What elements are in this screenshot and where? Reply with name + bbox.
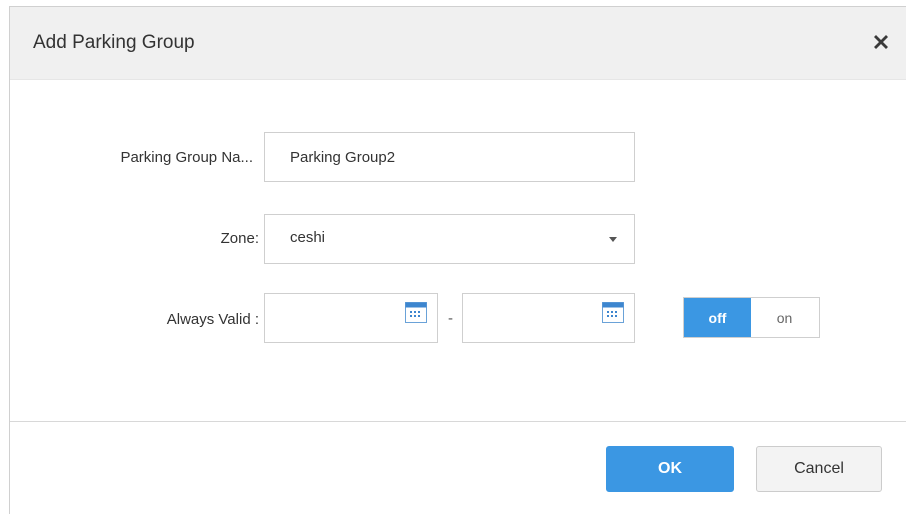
date-range-separator: -: [448, 310, 453, 327]
close-icon[interactable]: [870, 31, 892, 53]
end-date-input[interactable]: [462, 293, 635, 343]
add-parking-group-dialog: Add Parking Group Parking Group Na... Zo…: [9, 6, 906, 514]
calendar-icon[interactable]: [602, 302, 624, 323]
dialog-title: Add Parking Group: [33, 32, 195, 53]
chevron-down-icon: [609, 237, 617, 242]
cancel-button[interactable]: Cancel: [756, 446, 882, 492]
footer-divider: [10, 421, 906, 422]
always-valid-toggle[interactable]: off on: [683, 297, 820, 338]
start-date-input[interactable]: [264, 293, 438, 343]
zone-label: Zone:: [220, 230, 259, 247]
ok-button[interactable]: OK: [606, 446, 734, 492]
zone-select[interactable]: ceshi: [264, 214, 635, 264]
toggle-off-option[interactable]: off: [684, 298, 751, 337]
parking-group-name-input[interactable]: [264, 132, 635, 182]
dialog-header: Add Parking Group: [10, 7, 906, 80]
parking-group-name-label: Parking Group Na...: [120, 149, 253, 166]
always-valid-label: Always Valid :: [166, 311, 259, 328]
toggle-on-option[interactable]: on: [751, 298, 818, 337]
zone-select-value: ceshi: [290, 229, 326, 246]
calendar-icon[interactable]: [405, 302, 427, 323]
